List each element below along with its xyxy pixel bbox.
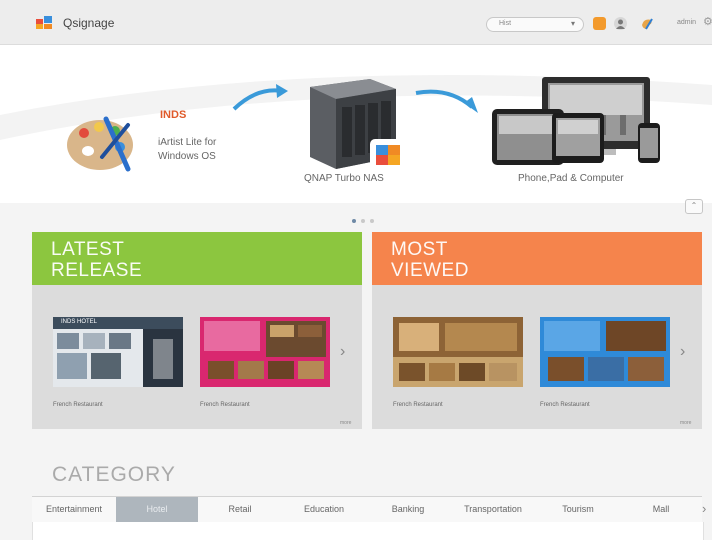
most-viewed-thumbnail-1[interactable] xyxy=(393,317,523,387)
category-tab-tourism[interactable]: Tourism xyxy=(536,497,620,522)
most-viewed-next-arrow-icon[interactable]: › xyxy=(680,343,685,361)
category-tab-banking[interactable]: Banking xyxy=(366,497,450,522)
search-value: Hist xyxy=(499,20,512,27)
most-viewed-panel: MOST VIEWED › xyxy=(372,232,702,429)
most-viewed-title: MOST VIEWED xyxy=(391,239,469,281)
search-input[interactable]: Hist ▾ xyxy=(486,17,584,32)
most-viewed-thumbnail-2[interactable] xyxy=(540,317,670,387)
devices-icon xyxy=(492,77,660,165)
software-label-os: Windows OS xyxy=(158,151,216,162)
most-viewed-caption-1: French Restaurant xyxy=(393,402,443,408)
user-name[interactable]: admin xyxy=(677,19,696,26)
latest-release-panel: LATEST RELEASE INDS HOTEL › xyxy=(32,232,362,429)
category-tab-transportation[interactable]: Transportation xyxy=(450,497,536,522)
latest-caption-2: French Restaurant xyxy=(200,402,250,408)
latest-release-title: LATEST RELEASE xyxy=(51,239,143,281)
category-tab-entertainment[interactable]: Entertainment xyxy=(32,497,116,522)
collapse-banner-button[interactable]: ⌃ xyxy=(685,199,703,214)
carousel-dot-3[interactable] xyxy=(370,219,374,223)
category-tab-education[interactable]: Education xyxy=(282,497,366,522)
notification-icon[interactable] xyxy=(593,17,606,30)
search-dropdown-icon[interactable]: ▾ xyxy=(571,19,575,28)
user-profile-icon[interactable] xyxy=(614,17,627,30)
latest-next-arrow-icon[interactable]: › xyxy=(340,343,345,361)
devices-label: Phone,Pad & Computer xyxy=(518,173,624,184)
latest-more-link[interactable]: more xyxy=(340,420,351,426)
inds-logo: INDS xyxy=(160,109,187,121)
artist-palette-icon xyxy=(67,116,133,172)
nas-label: QNAP Turbo NAS xyxy=(304,173,384,184)
flow-arrow-icon xyxy=(232,84,288,111)
settings-icon[interactable]: ⚙ xyxy=(703,15,712,28)
most-viewed-header: MOST VIEWED xyxy=(372,232,702,285)
app-logo-icon xyxy=(36,16,52,30)
carousel-dot-2[interactable] xyxy=(361,219,365,223)
category-tab-hotel[interactable]: Hotel xyxy=(116,497,198,522)
category-tab-mall[interactable]: Mall xyxy=(620,497,702,522)
category-heading: CATEGORY xyxy=(52,463,176,486)
flow-arrow-icon xyxy=(415,89,478,113)
top-bar: Qsignage Hist ▾ admin ⚙ xyxy=(0,0,712,45)
most-viewed-more-link[interactable]: more xyxy=(680,420,691,426)
palette-icon[interactable] xyxy=(640,17,653,30)
thumbnail-text: INDS HOTEL xyxy=(61,319,98,325)
category-tab-retail[interactable]: Retail xyxy=(198,497,282,522)
latest-release-header: LATEST RELEASE xyxy=(32,232,362,285)
hero-banner: INDS iArtist Lite for Windows OS QNAP Tu… xyxy=(0,45,712,203)
latest-thumbnail-2[interactable] xyxy=(200,317,330,387)
carousel-dot-1[interactable] xyxy=(352,219,356,223)
category-tabs: Entertainment Hotel Retail Education Ban… xyxy=(32,496,702,523)
latest-caption-1: French Restaurant xyxy=(53,402,103,408)
most-viewed-caption-2: French Restaurant xyxy=(540,402,590,408)
software-label: iArtist Lite for xyxy=(158,137,217,148)
carousel-indicator xyxy=(352,210,379,228)
category-content xyxy=(32,522,704,540)
category-next-arrow-icon[interactable]: › xyxy=(702,501,706,516)
app-title: Qsignage xyxy=(63,16,115,30)
latest-thumbnail-1[interactable]: INDS HOTEL xyxy=(53,317,183,387)
nas-device-icon xyxy=(310,79,406,173)
